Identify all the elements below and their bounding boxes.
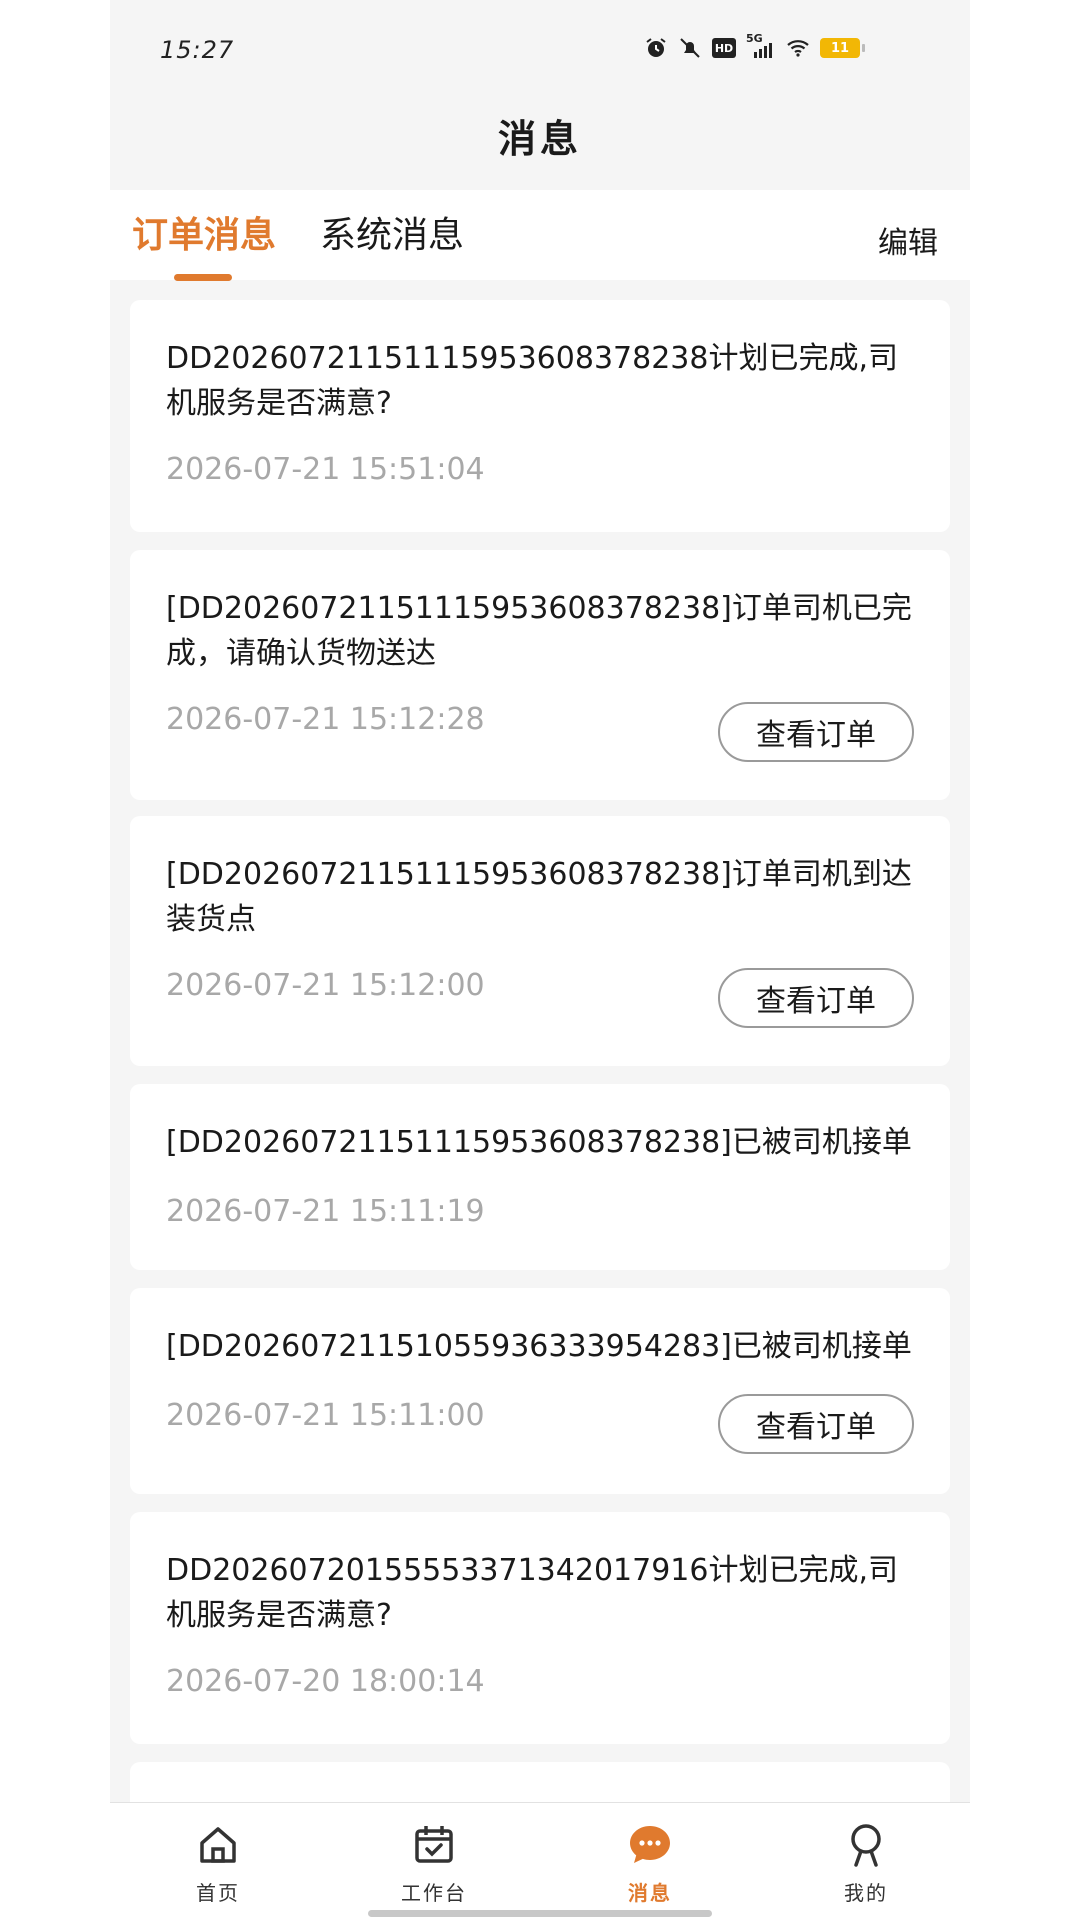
message-card[interactable]: DD20260720155553371342017916计划已完成,司机服务是否… — [130, 1512, 950, 1744]
message-card[interactable]: DD20260721151115953608378238计划已完成,司机服务是否… — [130, 300, 950, 532]
edit-button[interactable]: 编辑 — [878, 218, 938, 262]
tabbar-label: 首页 — [196, 1881, 240, 1905]
user-icon — [851, 1824, 881, 1867]
message-time: 2026-07-21 15:11:00 — [166, 1398, 485, 1433]
message-time: 2026-07-20 18:00:14 — [166, 1664, 485, 1699]
message-card[interactable]: [DD20260721151115953608378238]订单司机到达装货点 … — [130, 816, 950, 1066]
tabbar-label: 消息 — [628, 1881, 672, 1905]
message-time: 2026-07-21 15:11:19 — [166, 1194, 485, 1229]
view-order-button[interactable]: 查看订单 — [718, 1394, 914, 1454]
calendar-check-icon — [415, 1826, 453, 1863]
tabbar-item-profile[interactable]: 我的 — [806, 1821, 926, 1906]
message-text: [DD20260721151055936333954283]已被司机接单 — [166, 1329, 912, 1364]
message-card[interactable]: [DD20260721151055936333954283]已被司机接单 202… — [130, 1288, 950, 1494]
message-text: [DD20260721151115953608378238]订单司机已完成，请确… — [166, 591, 912, 671]
wifi-icon — [787, 40, 809, 57]
message-time: 2026-07-21 15:12:28 — [166, 702, 485, 737]
message-time: 2026-07-21 15:12:00 — [166, 968, 485, 1003]
home-icon — [200, 1827, 236, 1863]
message-time: 2026-07-21 15:51:04 — [166, 452, 485, 487]
tabbar-item-workbench[interactable]: 工作台 — [374, 1821, 494, 1906]
active-tab-indicator — [174, 274, 232, 281]
tab-system-messages[interactable]: 系统消息 — [320, 206, 464, 258]
tabbar-label: 我的 — [844, 1881, 888, 1905]
battery-icon: 11 — [820, 38, 865, 58]
message-card[interactable]: [DD20260721151115953608378238]已被司机接单 202… — [130, 1084, 950, 1270]
message-text: [DD20260721151115953608378238]已被司机接单 — [166, 1125, 912, 1160]
message-tabs: 订单消息 系统消息 编辑 — [110, 190, 970, 281]
signal-icon: 5G — [746, 32, 776, 60]
status-icons: HD 5G 11 — [644, 32, 865, 60]
message-text: DD20260721151115953608378238计划已完成,司机服务是否… — [166, 341, 898, 421]
home-indicator[interactable] — [368, 1910, 712, 1917]
bottom-tab-bar: 首页 工作台 消息 我的 — [110, 1802, 970, 1920]
status-bar: 15:27 HD 5G 11 — [110, 0, 970, 100]
message-text: DD20260720155553371342017916计划已完成,司机服务是否… — [166, 1553, 898, 1633]
view-order-button[interactable]: 查看订单 — [718, 702, 914, 762]
message-text: [DD20260721151115953608378238]订单司机到达装货点 — [166, 857, 912, 937]
view-order-button[interactable]: 查看订单 — [718, 968, 914, 1028]
app-screen: 15:27 HD 5G 11 消息 订单消息 系统消息 编辑 DD2026072… — [110, 0, 970, 1920]
page-title: 消息 — [497, 116, 582, 161]
alarm-icon — [646, 38, 666, 57]
hd-icon: HD — [712, 38, 736, 58]
tabbar-item-home[interactable]: 首页 — [158, 1821, 278, 1906]
chat-bubble-icon — [630, 1826, 670, 1863]
status-time: 15:27 — [160, 36, 235, 64]
tabbar-label: 工作台 — [401, 1881, 467, 1905]
tabbar-item-messages[interactable]: 消息 — [590, 1821, 710, 1906]
message-card[interactable]: [DD20260721151115953608378238]订单司机已完成，请确… — [130, 550, 950, 800]
bell-muted-icon — [680, 38, 700, 58]
tab-order-messages[interactable]: 订单消息 — [132, 206, 276, 258]
